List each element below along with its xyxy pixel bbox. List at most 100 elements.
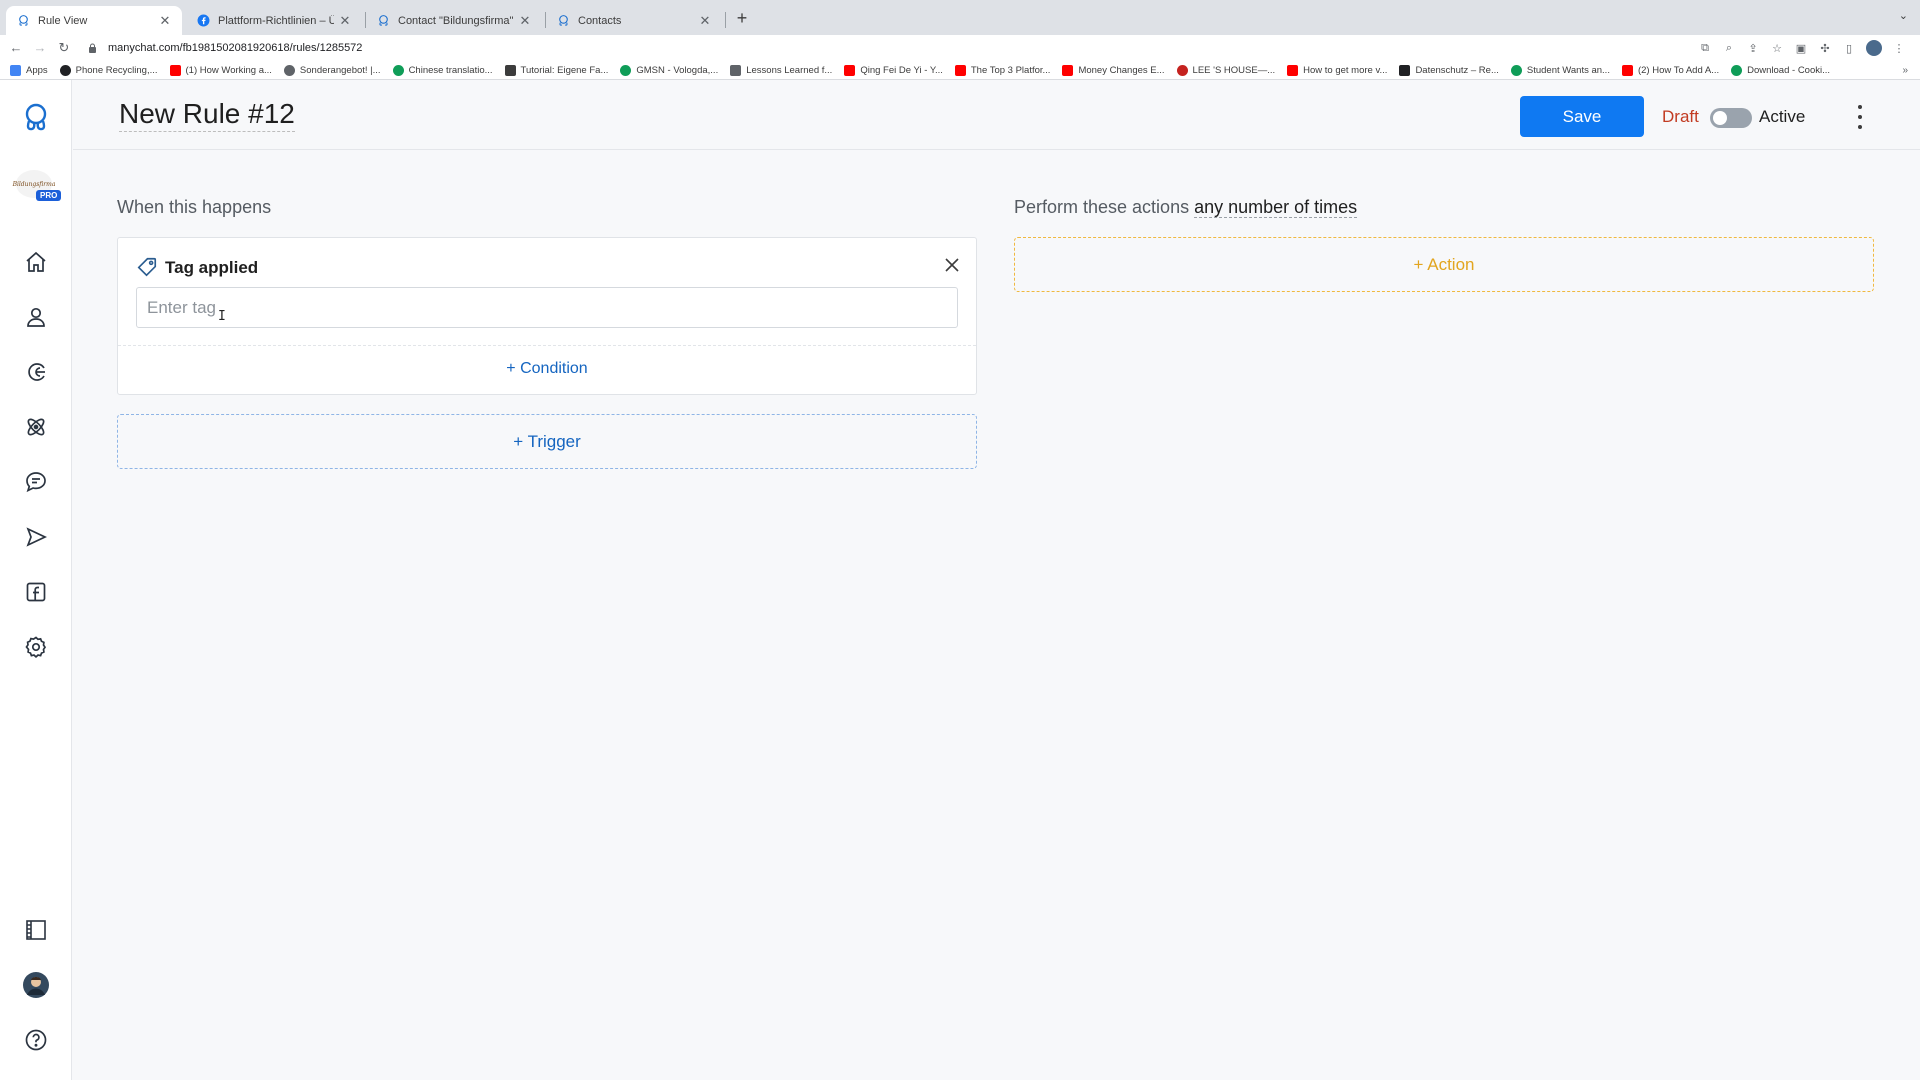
browser-tab-rule-view[interactable]: Rule View ✕ [6,6,182,35]
toggle-knob [1713,111,1727,125]
bookmark-item[interactable]: Download - Cooki... [1731,65,1830,76]
save-button[interactable]: Save [1520,96,1644,137]
forward-arrow-icon[interactable]: → [32,40,48,56]
browser-tab-contact-bildungsfirma[interactable]: Contact "Bildungsfirma" through ✕ [366,6,542,35]
close-tab-icon[interactable]: ✕ [338,13,352,29]
bookmark-item[interactable]: Money Changes E... [1062,65,1165,76]
bookmark-item[interactable]: Apps [10,65,48,76]
bookmark-item[interactable]: Qing Fei De Yi - Y... [844,65,943,76]
bookmark-item[interactable]: Sonderangebot! |... [283,65,381,76]
zoom-icon[interactable]: ⌕ [1722,41,1736,55]
tag-input[interactable] [136,287,958,328]
youtube-icon [169,65,181,76]
browser-tab-plattform-richtlinien[interactable]: Plattform-Richtlinien – Übersicht ✕ [186,6,362,35]
bookmark-item[interactable]: (2) How To Add A... [1621,65,1719,76]
bookmark-favicon-icon [283,65,295,76]
browser-toolbar: ← → ↻ manychat.com/fb198150208192061​8/r… [0,35,1920,62]
bookmark-favicon-icon [620,65,632,76]
sidebar-item-home[interactable] [22,250,50,278]
bookmark-item[interactable]: Student Wants an... [1510,65,1610,76]
sidebar-item-profile[interactable] [22,971,50,1001]
bookmark-favicon-icon [730,65,742,76]
status-draft-label: Draft [1662,107,1699,126]
bookmark-item[interactable]: (1) How Working a... [169,65,272,76]
bookmark-label: Qing Fei De Yi - Y... [860,65,943,76]
bookmark-item[interactable]: Chinese translatio... [392,65,493,76]
bookmark-label: (1) How Working a... [185,65,272,76]
sidebar-item-live-chat[interactable] [22,470,50,498]
bookmark-item[interactable]: LEE 'S HOUSE—... [1176,65,1275,76]
puzzle-icon[interactable]: ✣ [1818,41,1832,55]
reload-icon[interactable]: ↻ [56,40,72,56]
pro-badge: PRO [36,190,62,201]
tab-title: Contacts [578,14,622,27]
sidebar-item-templates[interactable] [22,918,50,946]
bookmark-favicon-icon [1399,65,1411,76]
sidebar-item-automation[interactable] [22,360,50,388]
manychat-logo-icon[interactable] [18,100,54,136]
bookmark-item[interactable]: Phone Recycling,... [59,65,158,76]
close-tab-icon[interactable]: ✕ [158,13,172,29]
sidebar-item-growth-tools[interactable] [22,415,50,443]
close-tab-icon[interactable]: ✕ [698,13,712,29]
youtube-icon [1062,65,1074,76]
sidebar-item-facebook-ads[interactable] [22,580,50,608]
youtube-icon [1621,65,1633,76]
add-condition-button[interactable]: + Condition [118,360,976,378]
add-trigger-button[interactable]: + Trigger [117,414,977,469]
share-icon[interactable]: ⇪ [1746,41,1760,55]
bookmark-item[interactable]: Lessons Learned f... [730,65,832,76]
automation-icon [24,360,48,389]
side-panel-icon[interactable]: ▯ [1842,41,1856,55]
status-active-label: Active [1759,107,1806,126]
trigger-section-heading: When this happens [117,197,272,217]
bookmark-label: Download - Cooki... [1747,65,1831,76]
frequency-selector[interactable]: any number of times [1194,197,1358,218]
close-icon[interactable] [943,256,961,274]
bookmark-item[interactable]: Datenschutz – Re... [1399,65,1499,76]
text-cursor-icon: I [218,309,226,324]
add-action-button[interactable]: + Action [1014,237,1874,292]
bookmark-item[interactable]: Tutorial: Eigene Fa... [504,65,608,76]
new-tab-button[interactable]: + [732,8,752,28]
youtube-icon [1287,65,1299,76]
profile-avatar-icon[interactable] [1866,40,1882,56]
browser-tab-contacts[interactable]: Contacts ✕ [546,6,722,35]
bookmark-item[interactable]: The Top 3 Platfor... [954,65,1050,76]
url-text: manychat.com/fb198150208192061​8/rules/1… [108,42,363,54]
send-icon [24,525,48,554]
action-heading-prefix: Perform these actions [1014,197,1195,217]
sidebar-item-settings[interactable] [22,635,50,663]
bookmark-label: Apps [26,65,48,76]
bookmark-star-icon[interactable]: ☆ [1770,41,1784,55]
bookmark-favicon-icon [1510,65,1522,76]
home-icon [24,250,48,279]
card-divider [118,345,976,346]
sidebar-item-contacts[interactable] [22,305,50,333]
active-toggle[interactable] [1710,108,1752,128]
manychat-icon [556,14,570,28]
close-tab-icon[interactable]: ✕ [518,13,532,29]
extension-icons: ⧉ ⌕ ⇪ ☆ ▣ ✣ ▯ ⋮ [1698,40,1906,56]
rule-header: New Rule #12 Save Draft Active [73,80,1920,150]
more-options-icon[interactable] [1852,102,1868,132]
address-bar[interactable]: manychat.com/fb198150208192061​8/rules/1… [88,38,1688,58]
bookmark-item[interactable]: How to get more v... [1287,65,1387,76]
account-switcher[interactable]: Bildungsfirma PRO [13,170,62,204]
bookmark-label: Sonderangebot! |... [299,65,381,76]
tab-title: Rule View [38,14,88,27]
browser-menu-icon[interactable]: ⋮ [1892,41,1906,55]
extension-facebook-icon[interactable]: ▣ [1794,41,1808,55]
bookmark-item[interactable]: GMSN - Vologda,... [620,65,718,76]
translate-icon[interactable]: ⧉ [1698,41,1712,55]
facebook-icon [196,14,210,28]
sidebar-item-help[interactable] [22,1028,50,1056]
bookmark-favicon-icon [392,65,404,76]
bookmark-favicon-icon [59,65,71,76]
bookmark-label: GMSN - Vologda,... [636,65,719,76]
bookmarks-overflow-icon[interactable]: » [1902,65,1908,76]
rule-title[interactable]: New Rule #12 [119,98,295,132]
sidebar-item-broadcasting[interactable] [22,525,50,553]
back-arrow-icon[interactable]: ← [8,40,24,56]
tab-search-chevron-icon[interactable]: ⌄ [1899,9,1908,22]
